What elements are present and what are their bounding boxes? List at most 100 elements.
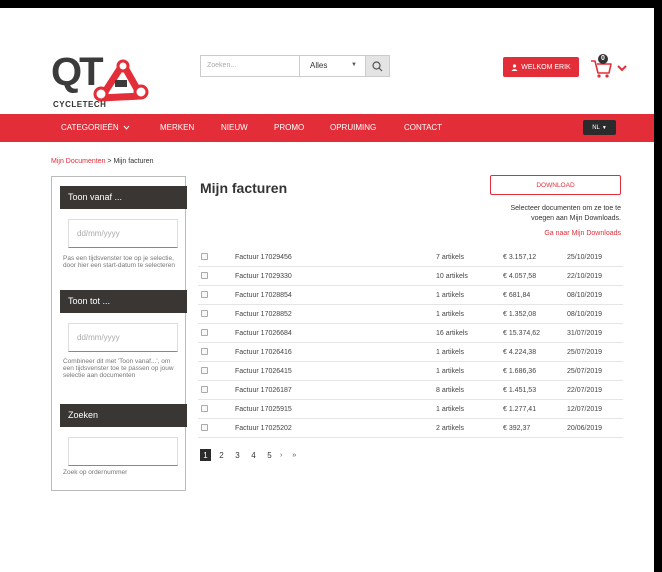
cart-count-badge: 0 (598, 54, 608, 64)
date-from-help: Pas een tijdsvenster toe op je selectie,… (63, 255, 176, 269)
nav-label: CATEGORIEËN (61, 123, 119, 132)
invoice-date: 22/10/2019 (567, 273, 603, 280)
invoice-articles: 1 artikels (436, 349, 465, 356)
page: QT CYCLETECH Zoeken... Alles ▼ WELKOM ER… (0, 8, 654, 572)
invoice-name[interactable]: Factuur 17026684 (235, 330, 292, 337)
search-input[interactable]: Zoeken... (200, 55, 300, 77)
nav-item-nieuw[interactable]: NIEUW (221, 123, 248, 132)
invoice-articles: 1 artikels (436, 292, 465, 299)
invoice-amount: € 1.352,08 (503, 311, 537, 318)
nav-item-opruiming[interactable]: OPRUIMING (330, 123, 376, 132)
invoice-amount: € 1.277,41 (503, 406, 537, 413)
invoice-checkbox[interactable] (201, 367, 208, 374)
search-filter-title: Zoeken (60, 404, 187, 427)
breadcrumb-separator: > (107, 158, 112, 165)
account-button[interactable]: WELKOM ERIK (503, 57, 579, 77)
search-icon (372, 60, 383, 71)
chevron-down-icon (123, 125, 130, 130)
invoice-checkbox[interactable] (201, 272, 208, 279)
invoice-amount: € 681,84 (503, 292, 531, 299)
invoice-name[interactable]: Factuur 17028854 (235, 292, 292, 299)
nav-item-contact[interactable]: CONTACT (404, 123, 442, 132)
invoice-date: 22/07/2019 (567, 387, 603, 394)
invoice-checkbox[interactable] (201, 348, 208, 355)
date-to-input[interactable]: dd/mm/yyyy (68, 323, 178, 352)
invoice-articles: 8 artikels (436, 387, 465, 394)
logo-subtitle: CYCLETECH (53, 100, 107, 109)
order-search-input[interactable] (68, 437, 178, 466)
invoice-row: Factuur 17028852 1 artikels € 1.352,08 08/1… (198, 305, 623, 324)
invoice-articles: 1 artikels (436, 368, 465, 375)
page-link-1[interactable]: 1 (200, 449, 211, 461)
search-scope-select[interactable]: Alles ▼ (300, 55, 366, 77)
chevron-down-icon (617, 65, 627, 72)
invoice-amount: € 392,37 (503, 425, 531, 432)
caret-down-icon: ▼ (351, 62, 357, 68)
next-page-link[interactable]: › (280, 452, 282, 459)
page-link-2[interactable]: 2 (216, 449, 227, 461)
invoice-name[interactable]: Factuur 17029456 (235, 254, 292, 261)
invoice-row: Factuur 17029456 7 artikels € 3.157,12 25/1… (198, 248, 623, 267)
invoice-row: Factuur 17026187 8 artikels € 1.451,53 22/0… (198, 381, 623, 400)
invoice-name[interactable]: Factuur 17025202 (235, 425, 292, 432)
invoice-name[interactable]: Factuur 17029330 (235, 273, 292, 280)
filter-sidebar: Toon vanaf ... dd/mm/yyyy Pas een tijdsv… (51, 176, 187, 491)
invoice-articles: 10 artikels (436, 273, 468, 280)
download-hint: Selecteer documenten om ze toe te voegen… (510, 205, 621, 222)
breadcrumb: Mijn Documenten > Mijn facturen (51, 158, 154, 165)
invoice-name[interactable]: Factuur 17025915 (235, 406, 292, 413)
invoice-row: Factuur 17026415 1 artikels € 1.686,36 25/0… (198, 362, 623, 381)
nav-item-promo[interactable]: PROMO (274, 123, 304, 132)
invoice-checkbox[interactable] (201, 386, 208, 393)
page-link-3[interactable]: 3 (232, 449, 243, 461)
invoice-checkbox[interactable] (201, 253, 208, 260)
cart-button[interactable]: 0 (590, 53, 632, 81)
page-link-4[interactable]: 4 (248, 449, 259, 461)
invoice-row: Factuur 17026416 1 artikels € 4.224,38 25/0… (198, 343, 623, 362)
date-from-input[interactable]: dd/mm/yyyy (68, 219, 178, 248)
page-link-5[interactable]: 5 (264, 449, 275, 461)
cycletech-logo[interactable]: QT CYCLETECH (51, 50, 161, 118)
invoice-amount: € 1.451,53 (503, 387, 537, 394)
invoice-row: Factuur 17028854 1 artikels € 681,84 08/10/… (198, 286, 623, 305)
caret-down-icon: ▼ (601, 124, 607, 131)
invoice-date: 12/07/2019 (567, 406, 603, 413)
header-search: Zoeken... Alles ▼ (200, 55, 392, 77)
invoice-articles: 2 artikels (436, 425, 465, 432)
invoice-amount: € 1.686,36 (503, 368, 537, 375)
nav-item-merken[interactable]: MERKEN (160, 123, 194, 132)
nav-item-categorieen[interactable]: CATEGORIEËN (61, 123, 130, 132)
invoice-date: 08/10/2019 (567, 292, 603, 299)
invoice-name[interactable]: Factuur 17026415 (235, 368, 292, 375)
invoice-row: Factuur 17029330 10 artikels € 4.057,58 22/… (198, 267, 623, 286)
page-title: Mijn facturen (200, 180, 288, 196)
last-page-link[interactable]: » (292, 452, 296, 459)
welcome-label: WELKOM ERIK (521, 63, 571, 71)
breadcrumb-link[interactable]: Mijn Documenten (51, 158, 105, 165)
breadcrumb-current: Mijn facturen (113, 158, 154, 165)
date-to-help: Combineer dit met 'Toon vanaf...', om ee… (63, 358, 174, 379)
invoice-checkbox[interactable] (201, 405, 208, 412)
invoice-date: 31/07/2019 (567, 330, 603, 337)
invoice-checkbox[interactable] (201, 310, 208, 317)
invoice-articles: 1 artikels (436, 311, 465, 318)
invoice-name[interactable]: Factuur 17026416 (235, 349, 292, 356)
download-button[interactable]: DOWNLOAD (490, 175, 621, 195)
invoice-articles: 16 artikels (436, 330, 468, 337)
invoice-amount: € 15.374,62 (503, 330, 540, 337)
invoice-checkbox[interactable] (201, 291, 208, 298)
language-value: NL (592, 124, 600, 131)
goto-downloads-link[interactable]: Ga naar Mijn Downloads (490, 230, 621, 237)
invoice-amount: € 3.157,12 (503, 254, 537, 261)
invoice-date: 25/10/2019 (567, 254, 603, 261)
main-nav: CATEGORIEËN MERKEN NIEUW PROMO OPRUIMING… (0, 114, 654, 142)
invoice-name[interactable]: Factuur 17028852 (235, 311, 292, 318)
language-select[interactable]: NL ▼ (583, 120, 616, 135)
invoice-checkbox[interactable] (201, 329, 208, 336)
invoice-row: Factuur 17025915 1 artikels € 1.277,41 12/0… (198, 400, 623, 419)
invoice-name[interactable]: Factuur 17026187 (235, 387, 292, 394)
invoice-checkbox[interactable] (201, 424, 208, 431)
search-button[interactable] (366, 55, 390, 77)
invoice-date: 25/07/2019 (567, 349, 603, 356)
invoice-date: 25/07/2019 (567, 368, 603, 375)
